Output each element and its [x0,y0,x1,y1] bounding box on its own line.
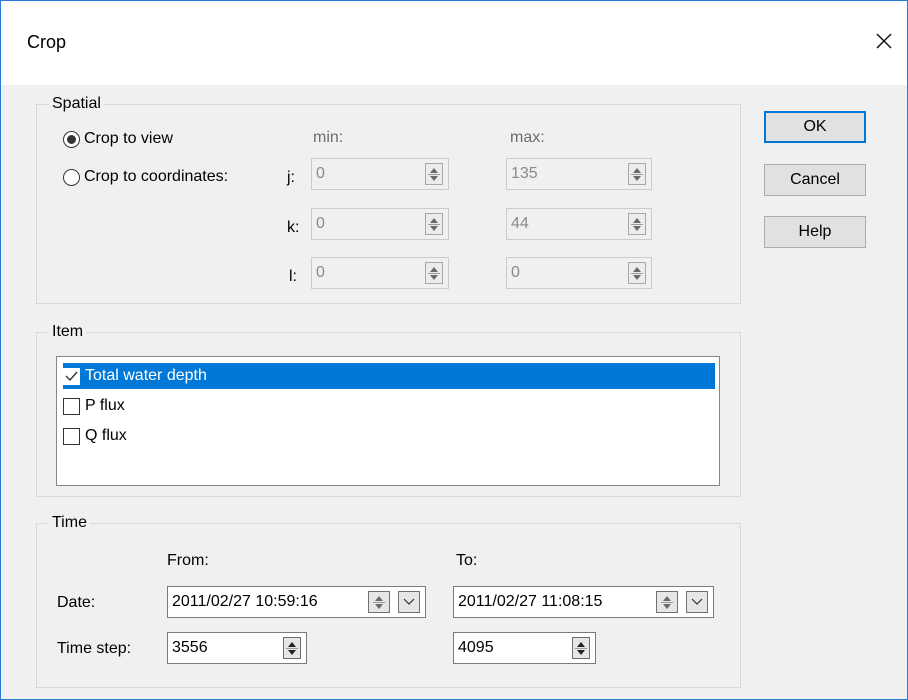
list-item-label: P flux [85,397,125,414]
radio-selected-indicator [63,130,80,148]
to-time-step-spinbox[interactable]: 4095 [453,632,596,664]
list-item-q-flux[interactable]: Q flux [63,423,715,449]
l-min-spin-arrows[interactable] [425,262,443,284]
j-max-spin-arrows[interactable] [628,163,646,185]
to-date-picker[interactable]: 2011/02/27 11:08:15 [453,586,714,618]
to-label: To: [456,552,478,569]
list-item-total-water-depth[interactable]: Total water depth [63,363,715,389]
k-max-spinbox[interactable]: 44 [506,208,652,240]
close-button[interactable] [861,23,907,59]
close-icon [876,33,892,49]
item-group-label: Item [49,322,87,342]
checkmark-icon [65,371,78,381]
crop-to-coordinates-radio[interactable]: Crop to coordinates: [63,168,228,186]
from-time-step-spin-arrows[interactable] [283,637,301,659]
crop-dialog: Crop Spatial Crop to view Crop to coordi… [0,0,908,700]
from-time-step-spinbox[interactable]: 3556 [167,632,307,664]
crop-to-view-label: Crop to view [84,130,173,147]
j-label: j: [287,169,295,186]
to-date-dropdown[interactable] [686,591,708,613]
max-header: max: [510,129,545,146]
k-min-value: 0 [316,215,325,232]
l-min-spinbox[interactable]: 0 [311,257,449,289]
min-header: min: [313,129,344,146]
k-min-spin-arrows[interactable] [425,213,443,235]
cancel-button[interactable]: Cancel [764,164,866,196]
item-listbox[interactable]: Total water depth P flux Q flux [56,356,720,486]
j-max-value: 135 [511,165,538,182]
list-item-p-flux[interactable]: P flux [63,393,715,419]
help-button[interactable]: Help [764,216,866,248]
j-min-value: 0 [316,165,325,182]
from-date-picker[interactable]: 2011/02/27 10:59:16 [167,586,426,618]
j-min-spinbox[interactable]: 0 [311,158,449,190]
l-max-value: 0 [511,264,520,281]
from-time-step-value: 3556 [172,639,208,656]
j-min-spin-arrows[interactable] [425,163,443,185]
to-time-step-spin-arrows[interactable] [572,637,590,659]
title-bar: Crop [1,1,907,85]
crop-to-view-radio[interactable]: Crop to view [63,130,173,148]
l-max-spinbox[interactable]: 0 [506,257,652,289]
spatial-group-label: Spatial [49,94,104,114]
to-date-spin-arrows[interactable] [656,591,678,613]
k-label: k: [287,219,300,236]
from-label: From: [167,552,209,569]
radio-unselected-indicator [63,168,80,186]
l-label: l: [289,268,297,285]
list-item-label: Q flux [85,427,127,444]
date-label: Date: [57,594,96,611]
k-min-spinbox[interactable]: 0 [311,208,449,240]
checkbox-unchecked[interactable] [63,397,80,415]
checkbox-unchecked[interactable] [63,427,80,445]
time-step-label: Time step: [57,640,132,657]
time-group-label: Time [49,513,90,533]
from-date-spin-arrows[interactable] [368,591,390,613]
l-min-value: 0 [316,264,325,281]
chevron-down-icon [691,598,703,605]
from-date-value: 2011/02/27 10:59:16 [172,593,318,610]
list-item-label: Total water depth [85,367,207,384]
l-max-spin-arrows[interactable] [628,262,646,284]
ok-button[interactable]: OK [764,111,866,143]
j-max-spinbox[interactable]: 135 [506,158,652,190]
window-title: Crop [27,32,67,52]
checkbox-checked[interactable] [63,367,80,385]
crop-to-coordinates-label: Crop to coordinates: [84,168,229,185]
to-time-step-value: 4095 [458,639,494,656]
chevron-down-icon [403,598,415,605]
k-max-spin-arrows[interactable] [628,213,646,235]
k-max-value: 44 [511,215,529,232]
from-date-dropdown[interactable] [398,591,420,613]
to-date-value: 2011/02/27 11:08:15 [458,593,603,610]
